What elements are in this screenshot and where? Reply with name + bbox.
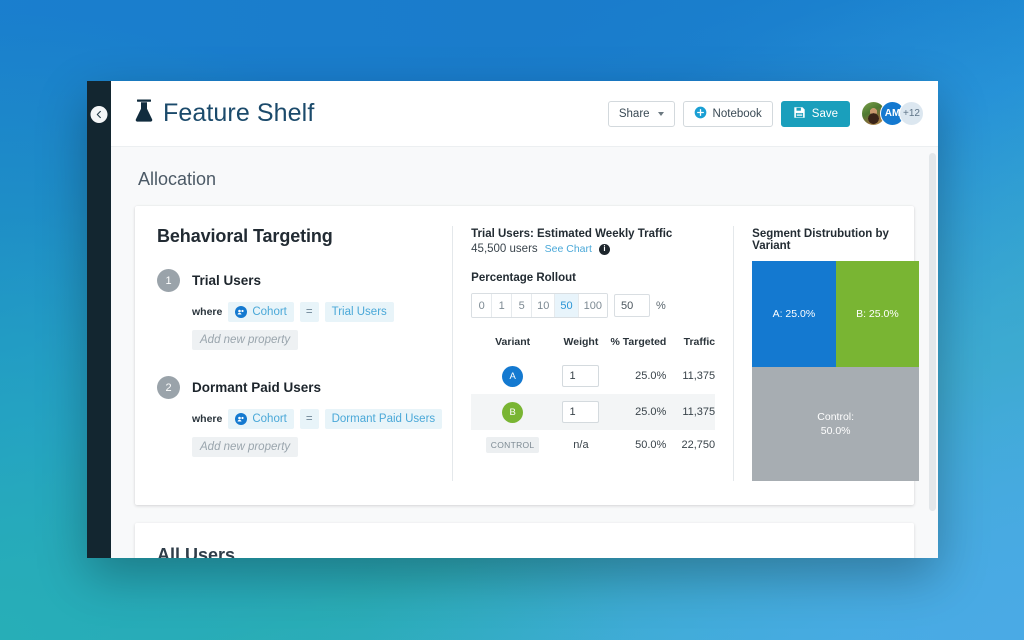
- cohort-chip[interactable]: Cohort: [228, 302, 294, 322]
- column-header-weight: Weight: [563, 336, 599, 348]
- rule-name[interactable]: Trial Users: [192, 273, 261, 288]
- page-body: Allocation Behavioral Targeting 1 Trial …: [111, 147, 938, 558]
- operator-chip[interactable]: =: [299, 409, 319, 429]
- variant-badge-a: A: [502, 365, 524, 387]
- cohort-label: Cohort: [252, 306, 287, 318]
- app-window: Feature Shelf Share Notebook Save AM +12…: [87, 81, 938, 558]
- traffic-value-control: 22,750: [681, 439, 716, 451]
- targeted-value-a: 25.0%: [635, 370, 667, 382]
- table-row: A 25.0% 11,375: [471, 358, 715, 394]
- cohort-icon: [235, 306, 248, 318]
- page-scrollbar[interactable]: [929, 147, 936, 558]
- flask-icon: [134, 99, 154, 128]
- app-main: Feature Shelf Share Notebook Save AM +12…: [111, 81, 938, 558]
- cohort-chip[interactable]: Cohort: [228, 409, 294, 429]
- page-title: Feature Shelf: [163, 99, 315, 127]
- chart-control-label: Control:: [817, 410, 855, 423]
- allocation-card: Behavioral Targeting 1 Trial Users where: [135, 206, 920, 505]
- traffic-label: Trial Users: Estimated Weekly Traffic: [471, 228, 673, 240]
- where-label: where: [192, 306, 223, 318]
- segment-distribution-chart: A: 25.0% B: 25.0% Control: 50.0%: [752, 261, 920, 481]
- collapse-circle-icon[interactable]: [90, 106, 108, 123]
- column-header-targeted: % Targeted: [610, 336, 667, 348]
- variant-badge-b: B: [502, 401, 524, 423]
- targeting-rule: 1 Trial Users where Cohort = Trial Users…: [157, 269, 442, 350]
- rule-number: 1: [157, 269, 180, 292]
- rule-condition: where Cohort: [192, 302, 442, 322]
- weight-value-control: n/a: [573, 439, 589, 451]
- operator-chip[interactable]: =: [299, 302, 319, 322]
- info-icon[interactable]: i: [598, 243, 610, 255]
- notebook-label: Notebook: [712, 107, 762, 120]
- table-row: B 25.0% 11,375: [471, 394, 716, 430]
- traffic-value-b: 11,375: [666, 394, 716, 430]
- rollout-option-5[interactable]: 5: [512, 294, 533, 317]
- targeting-rule: 2 Dormant Paid Users where Cohort = Dorm…: [157, 376, 443, 457]
- chart-segment-control: Control: 50.0%: [752, 366, 920, 481]
- table-row: CONTROL n/a 50.0% 22,750: [471, 430, 715, 460]
- chart-control-value: 50.0%: [820, 424, 851, 437]
- avatar-group[interactable]: AM +12: [861, 101, 924, 126]
- all-users-card: All Users: [135, 523, 914, 558]
- rollout-option-0[interactable]: 0: [472, 294, 493, 317]
- see-chart-link[interactable]: See Chart: [545, 243, 592, 255]
- add-property-button[interactable]: Add new property: [192, 330, 299, 350]
- cohort-value-chip[interactable]: Trial Users: [324, 302, 394, 322]
- cohort-value-chip[interactable]: Dormant Paid Users: [324, 409, 443, 429]
- targeted-value-control: 50.0%: [635, 439, 667, 451]
- rollout-option-10[interactable]: 10: [532, 294, 556, 317]
- save-label: Save: [811, 107, 838, 120]
- section-title: Allocation: [138, 169, 217, 189]
- weight-input-b[interactable]: [562, 401, 600, 423]
- rollout-option-50[interactable]: 50: [555, 294, 579, 317]
- cohort-icon: [235, 413, 248, 425]
- cohort-label: Cohort: [252, 413, 287, 425]
- column-header-traffic: Traffic: [683, 336, 716, 348]
- notebook-button[interactable]: Notebook: [682, 100, 773, 127]
- save-button[interactable]: Save: [780, 100, 850, 127]
- add-property-button[interactable]: Add new property: [192, 437, 299, 457]
- rule-number: 2: [157, 376, 180, 399]
- traffic-value-a: 11,375: [682, 370, 716, 382]
- rollout-option-1[interactable]: 1: [492, 294, 513, 317]
- targeting-panel: Behavioral Targeting 1 Trial Users where: [157, 226, 452, 481]
- variant-badge-control: CONTROL: [485, 437, 540, 453]
- allocation-panel: Trial Users: Estimated Weekly Traffic 45…: [452, 226, 735, 481]
- scrollbar-thumb[interactable]: [929, 153, 936, 511]
- plus-circle-icon: [694, 106, 707, 122]
- app-sidebar: [87, 81, 111, 558]
- share-label: Share: [618, 107, 650, 120]
- traffic-users-value: 45,500 users: [471, 243, 538, 255]
- avatar-overflow-count[interactable]: +12: [899, 101, 924, 126]
- table-header-row: Variant Weight % Targeted Traffic: [471, 336, 715, 358]
- chevron-down-icon: [657, 111, 664, 116]
- chart-segment-b: B: 25.0%: [835, 261, 920, 367]
- header-actions: Share Notebook Save AM +12: [607, 100, 924, 127]
- brand: Feature Shelf: [134, 99, 314, 128]
- segment-chart-panel: Segment Distrubution by Variant A: 25.0%…: [734, 226, 920, 481]
- column-header-variant: Variant: [495, 336, 531, 348]
- chart-segment-a: A: 25.0%: [752, 261, 836, 367]
- where-label: where: [192, 413, 223, 425]
- percent-unit-label: %: [656, 299, 666, 312]
- chart-title: Segment Distrubution by Variant: [752, 228, 889, 252]
- rollout-control: 0 1 5 10 50 100 %: [471, 293, 715, 318]
- rule-name[interactable]: Dormant Paid Users: [192, 380, 321, 395]
- traffic-summary: 45,500 users See Chart i: [471, 243, 715, 255]
- variants-table: Variant Weight % Targeted Traffic A 1 25…: [471, 336, 716, 460]
- rollout-option-100[interactable]: 100: [578, 294, 608, 317]
- weight-input-a[interactable]: [562, 365, 600, 387]
- targeted-value-b: 25.0%: [607, 394, 667, 430]
- targeting-heading: Behavioral Targeting: [157, 226, 333, 246]
- floppy-disk-icon: [793, 106, 806, 122]
- share-button[interactable]: Share: [607, 100, 675, 127]
- rollout-label: Percentage Rollout: [471, 272, 576, 284]
- rollout-segmented-control[interactable]: 0 1 5 10 50 100: [471, 293, 609, 318]
- rule-condition: where Cohort: [192, 409, 443, 429]
- all-users-title: All Users: [157, 545, 236, 558]
- rollout-percent-input[interactable]: [614, 294, 651, 317]
- app-header: Feature Shelf Share Notebook Save AM +12: [111, 81, 938, 147]
